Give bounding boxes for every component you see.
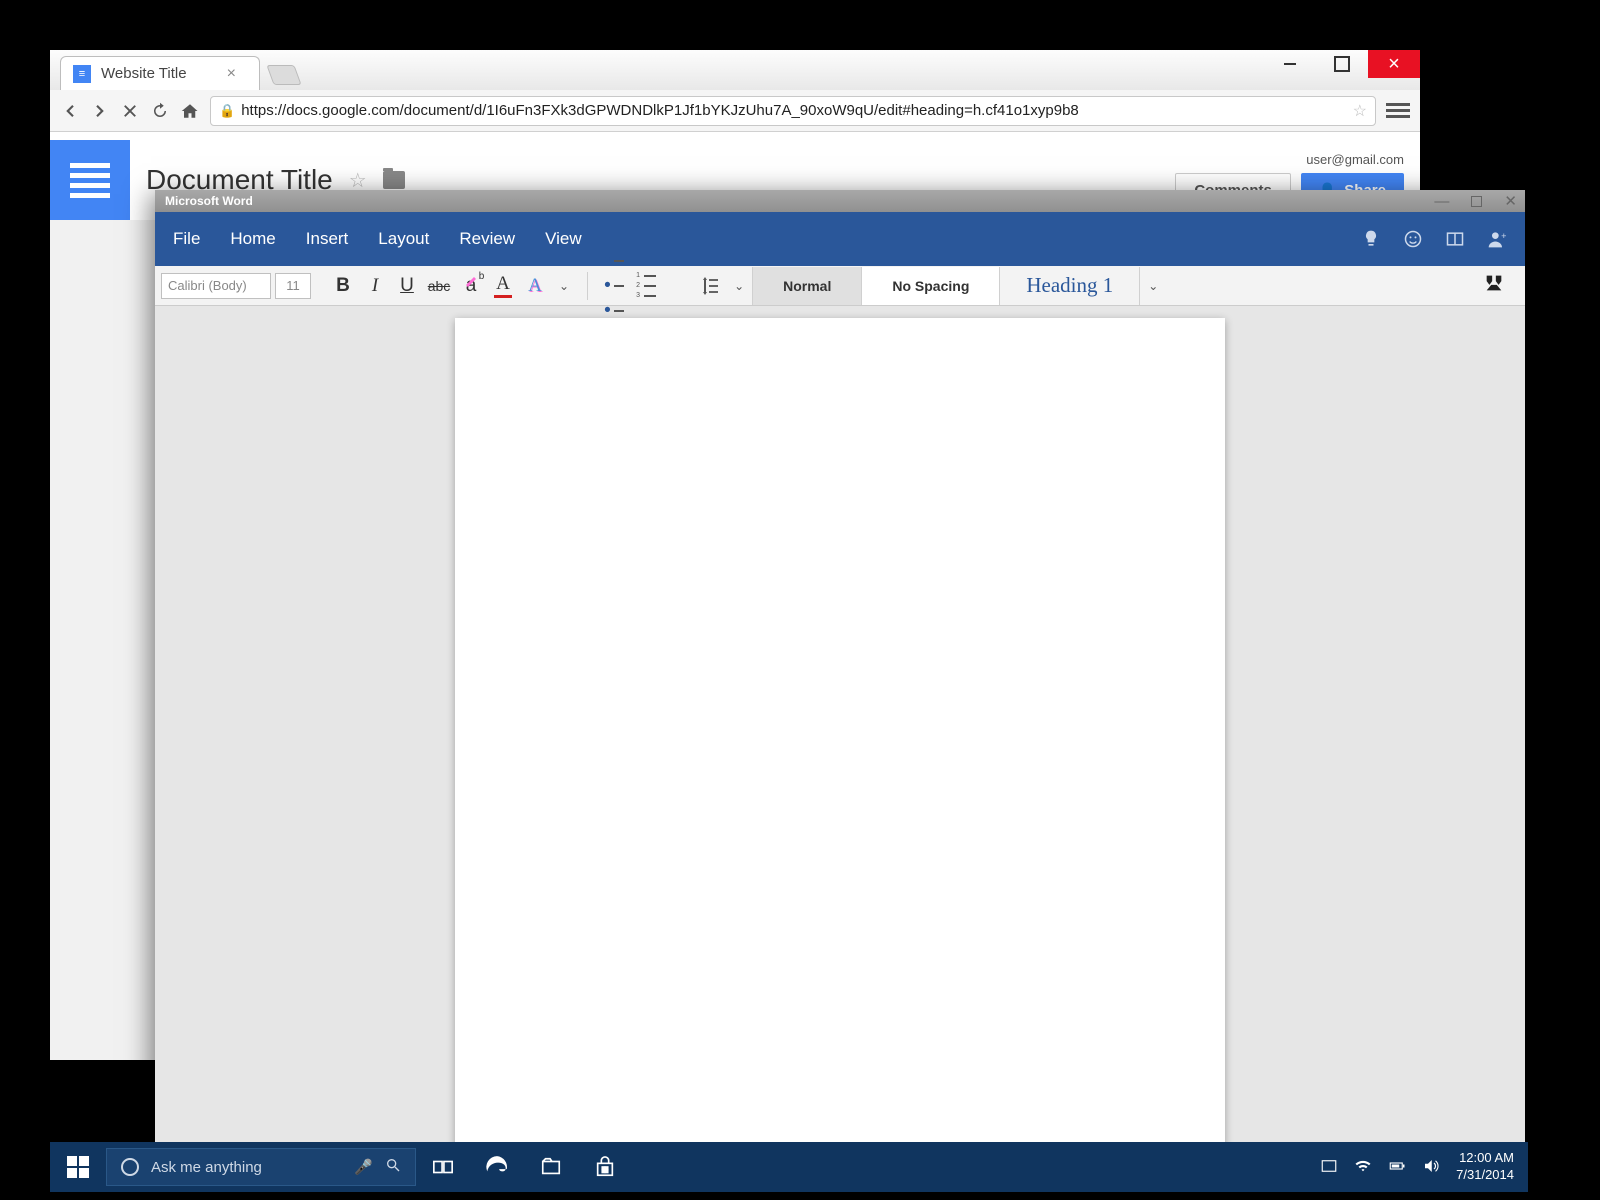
search-icon[interactable] [385,1157,401,1177]
font-more-icon[interactable]: ⌄ [551,279,577,293]
new-tab-button[interactable] [266,65,301,85]
forward-icon[interactable] [90,101,110,121]
word-page[interactable] [455,318,1225,1170]
minimize-button[interactable] [1264,50,1316,78]
font-color-button[interactable]: A [487,270,519,302]
chrome-window-controls: × [1264,50,1420,78]
docs-favicon-icon: ≡ [73,65,91,83]
volume-icon[interactable] [1422,1157,1440,1178]
windows-logo-icon [67,1156,89,1178]
word-toolbar: Calibri (Body) 11 B I U abc ab A A ⌄ •••… [155,266,1525,306]
tab-layout[interactable]: Layout [378,229,429,249]
chrome-menu-icon[interactable] [1386,100,1410,121]
lock-icon: 🔒 [219,103,235,119]
tab-review[interactable]: Review [459,229,515,249]
text-effects-button[interactable]: A [519,270,551,302]
lightbulb-icon[interactable] [1361,229,1381,249]
style-heading1[interactable]: Heading 1 [999,267,1139,305]
style-normal[interactable]: Normal [752,267,861,305]
smiley-icon[interactable] [1403,229,1423,249]
line-spacing-button[interactable] [694,270,726,302]
font-size-select[interactable]: 11 [275,273,311,299]
word-app-title: Microsoft Word [165,194,253,208]
styles-more-icon[interactable]: ⌄ [1139,267,1166,305]
taskbar-clock[interactable]: 12:00 AM 7/31/2014 [1456,1150,1514,1184]
bold-button[interactable]: B [327,270,359,302]
star-icon[interactable]: ☆ [349,168,367,193]
divider [587,272,588,300]
bullet-list-button[interactable]: ••• [598,270,630,302]
close-button[interactable]: ✕ [1504,192,1517,210]
chrome-toolbar: 🔒 ☆ [50,90,1420,132]
highlight-button[interactable]: ab [455,270,487,302]
tab-home[interactable]: Home [230,229,275,249]
url-input[interactable] [241,102,1346,119]
maximize-button[interactable] [1316,50,1368,78]
clock-date: 7/31/2014 [1456,1167,1514,1184]
word-window-controls: — ✕ [1434,190,1517,212]
search-placeholder: Ask me anything [151,1159,262,1176]
start-button[interactable] [50,1142,106,1192]
bookmark-star-icon[interactable]: ☆ [1353,101,1367,121]
italic-button[interactable]: I [359,270,391,302]
browser-tab[interactable]: ≡ Website Title × [60,56,260,90]
reading-icon[interactable] [1445,229,1465,249]
address-bar[interactable]: 🔒 ☆ [210,96,1376,126]
store-icon[interactable] [578,1142,632,1192]
word-ribbon: File Home Insert Layout Review View + [155,212,1525,266]
cortana-circle-icon [121,1158,139,1176]
tab-file[interactable]: File [173,229,200,249]
word-window: Microsoft Word — ✕ File Home Insert Layo… [155,190,1525,1170]
number-list-button[interactable]: 123 [630,270,662,302]
wifi-icon[interactable] [1354,1157,1372,1178]
close-button[interactable]: × [1368,50,1420,78]
word-canvas[interactable] [155,306,1525,1170]
find-button[interactable] [1469,272,1519,299]
paragraph-more-icon[interactable]: ⌄ [726,279,752,293]
edge-icon[interactable] [470,1142,524,1192]
google-docs-logo-icon[interactable] [50,140,130,220]
align-button[interactable] [662,270,694,302]
style-no-spacing[interactable]: No Spacing [861,267,999,305]
folder-icon[interactable] [383,171,405,189]
file-explorer-icon[interactable] [524,1142,578,1192]
tab-insert[interactable]: Insert [306,229,349,249]
home-icon[interactable] [180,101,200,121]
underline-button[interactable]: U [391,270,423,302]
user-email[interactable]: user@gmail.com [1306,152,1404,167]
tray-expand-icon[interactable] [1320,1157,1338,1178]
back-icon[interactable] [60,101,80,121]
clear-format-button[interactable]: abc [423,270,455,302]
taskbar-apps [416,1142,632,1192]
share-person-icon[interactable]: + [1487,229,1507,249]
chrome-titlebar: ≡ Website Title × × [50,50,1420,90]
taskbar-search[interactable]: Ask me anything 🎤 [106,1148,416,1186]
taskbar: Ask me anything 🎤 12:00 AM 7/31/2014 [50,1142,1528,1192]
minimize-button[interactable]: — [1434,193,1449,210]
reload-icon[interactable] [150,101,170,121]
word-titlebar[interactable]: Microsoft Word — ✕ [155,190,1525,212]
microphone-icon[interactable]: 🎤 [354,1158,373,1176]
clock-time: 12:00 AM [1456,1150,1514,1167]
ribbon-right: + [1361,229,1507,249]
system-tray: 12:00 AM 7/31/2014 [1320,1150,1528,1184]
stop-icon[interactable] [120,101,140,121]
tab-close-icon[interactable]: × [227,65,236,83]
maximize-button[interactable] [1471,196,1482,207]
tab-title: Website Title [101,65,187,82]
battery-icon[interactable] [1388,1157,1406,1178]
task-view-icon[interactable] [416,1142,470,1192]
font-name-select[interactable]: Calibri (Body) [161,273,271,299]
tab-view[interactable]: View [545,229,582,249]
svg-text:+: + [1501,231,1506,241]
